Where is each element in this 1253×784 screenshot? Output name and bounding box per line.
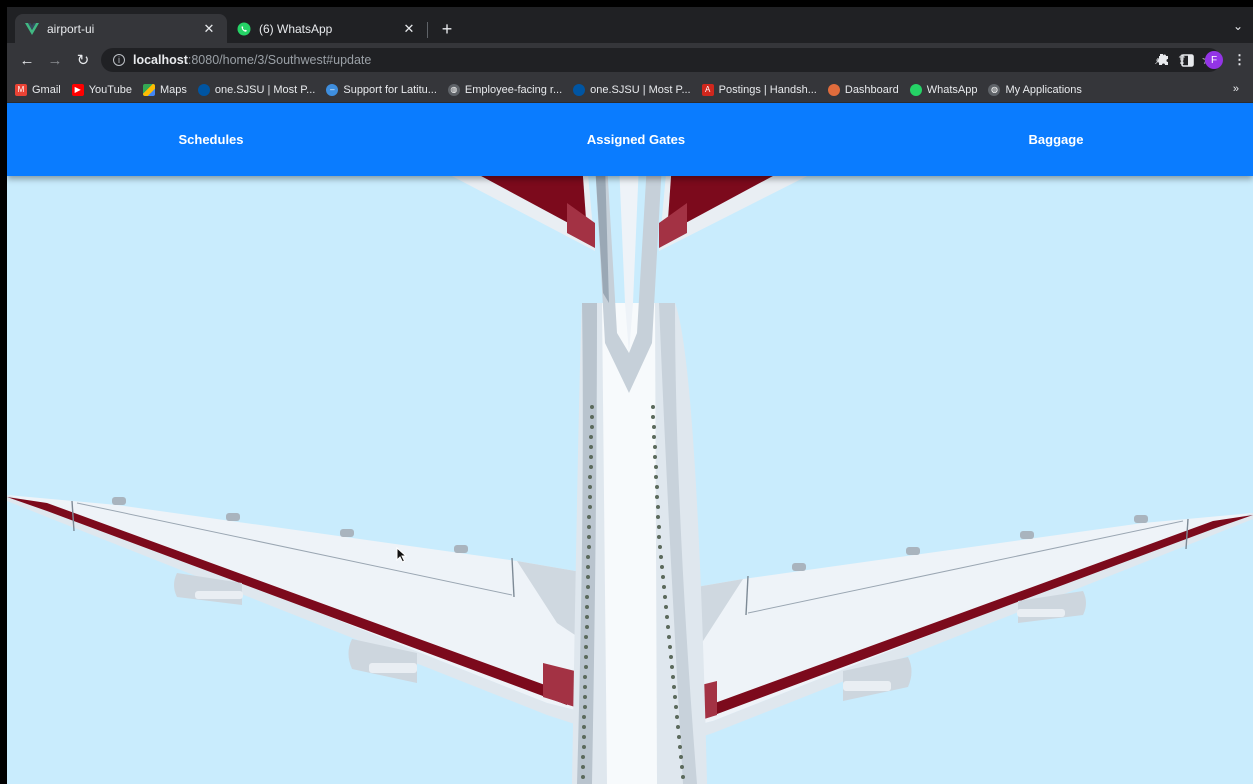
mouse-cursor-icon xyxy=(396,546,408,568)
bookmark-maps[interactable]: Maps xyxy=(142,83,187,96)
youtube-icon: ▶ xyxy=(71,83,84,96)
bookmark-label: Maps xyxy=(159,83,187,96)
browser-window: airport-ui ✕ (6) WhatsApp ✕ + ⌄ ← → ↻ i … xyxy=(7,7,1253,784)
bookmark-label: Postings | Handsh... xyxy=(718,83,817,96)
nav-baggage[interactable]: Baggage xyxy=(956,103,1156,176)
browser-toolbar: ← → ↻ i localhost:8080/home/3/Southwest#… xyxy=(7,43,1253,77)
adp-icon: A xyxy=(701,83,714,96)
bookmark-label: Employee-facing r... xyxy=(464,83,563,96)
url-path: :8080/home/3/Southwest#update xyxy=(187,53,372,67)
bookmark-handshake[interactable]: A Postings | Handsh... xyxy=(701,83,817,96)
kebab-menu-icon[interactable]: ⋮ xyxy=(1233,48,1246,72)
info-icon[interactable]: i xyxy=(113,54,125,66)
airplane-illustration xyxy=(7,163,1253,784)
close-icon[interactable]: ✕ xyxy=(401,21,417,37)
close-icon[interactable]: ✕ xyxy=(201,21,217,37)
whatsapp-icon xyxy=(237,22,251,36)
side-panel-icon[interactable] xyxy=(1181,48,1194,72)
bookmark-gmail[interactable]: M Gmail xyxy=(15,83,61,96)
forward-arrow-icon[interactable]: → xyxy=(43,48,67,72)
bookmark-label: YouTube xyxy=(88,83,132,96)
globe-icon: ◍ xyxy=(447,83,460,96)
bookmark-label: Dashboard xyxy=(844,83,899,96)
bookmark-employee-facing[interactable]: ◍ Employee-facing r... xyxy=(447,83,563,96)
bookmarks-overflow-icon[interactable]: » xyxy=(1233,83,1239,95)
tab-whatsapp[interactable]: (6) WhatsApp ✕ xyxy=(227,14,427,43)
bookmark-sjsu-2[interactable]: one.SJSU | Most P... xyxy=(573,83,691,96)
bookmark-sjsu-1[interactable]: one.SJSU | Most P... xyxy=(197,83,316,96)
gmail-icon: M xyxy=(15,83,27,96)
tab-title: (6) WhatsApp xyxy=(259,21,333,36)
dashboard-icon xyxy=(827,83,840,96)
tab-title: airport-ui xyxy=(47,21,95,36)
dell-icon: – xyxy=(326,83,339,96)
bookmark-dashboard[interactable]: Dashboard xyxy=(827,83,899,96)
bookmark-whatsapp[interactable]: WhatsApp xyxy=(909,83,978,96)
bookmark-label: Gmail xyxy=(32,83,61,96)
tab-divider xyxy=(427,22,428,38)
app-navbar: Schedules Assigned Gates Baggage xyxy=(7,103,1253,176)
bookmark-label: one.SJSU | Most P... xyxy=(214,83,316,96)
bookmark-label: Support for Latitu... xyxy=(343,83,437,96)
profile-avatar[interactable]: F xyxy=(1205,51,1223,69)
bookmarks-bar: M Gmail ▶ YouTube Maps one.SJSU | Most P..… xyxy=(7,77,1253,103)
bookmark-label: one.SJSU | Most P... xyxy=(590,83,691,96)
sjsu-icon xyxy=(573,83,586,96)
page-viewport: Schedules Assigned Gates Baggage xyxy=(7,103,1253,784)
sjsu-icon xyxy=(197,83,210,96)
tab-airport-ui[interactable]: airport-ui ✕ xyxy=(15,14,227,43)
tab-strip: airport-ui ✕ (6) WhatsApp ✕ + ⌄ xyxy=(7,7,1253,43)
bookmark-dell-support[interactable]: – Support for Latitu... xyxy=(326,83,437,96)
reload-icon[interactable]: ↻ xyxy=(71,48,95,72)
url-host: localhost xyxy=(133,53,188,67)
extensions-icon[interactable] xyxy=(1155,48,1169,72)
whatsapp-icon xyxy=(909,83,922,96)
new-tab-icon[interactable]: + xyxy=(437,19,457,39)
back-arrow-icon[interactable]: ← xyxy=(15,48,39,72)
address-bar[interactable]: i localhost:8080/home/3/Southwest#update… xyxy=(101,48,1221,72)
bookmark-label: My Applications xyxy=(1005,83,1082,96)
bookmark-label: WhatsApp xyxy=(926,83,978,96)
globe-icon: ◍ xyxy=(988,83,1001,96)
vue-logo-icon xyxy=(25,22,39,36)
bookmark-my-applications[interactable]: ◍ My Applications xyxy=(988,83,1082,96)
maps-icon xyxy=(142,83,155,96)
nav-assigned-gates[interactable]: Assigned Gates xyxy=(536,103,736,176)
chevron-down-icon[interactable]: ⌄ xyxy=(1233,19,1243,33)
nav-schedules[interactable]: Schedules xyxy=(111,103,311,176)
bookmark-youtube[interactable]: ▶ YouTube xyxy=(71,83,132,96)
